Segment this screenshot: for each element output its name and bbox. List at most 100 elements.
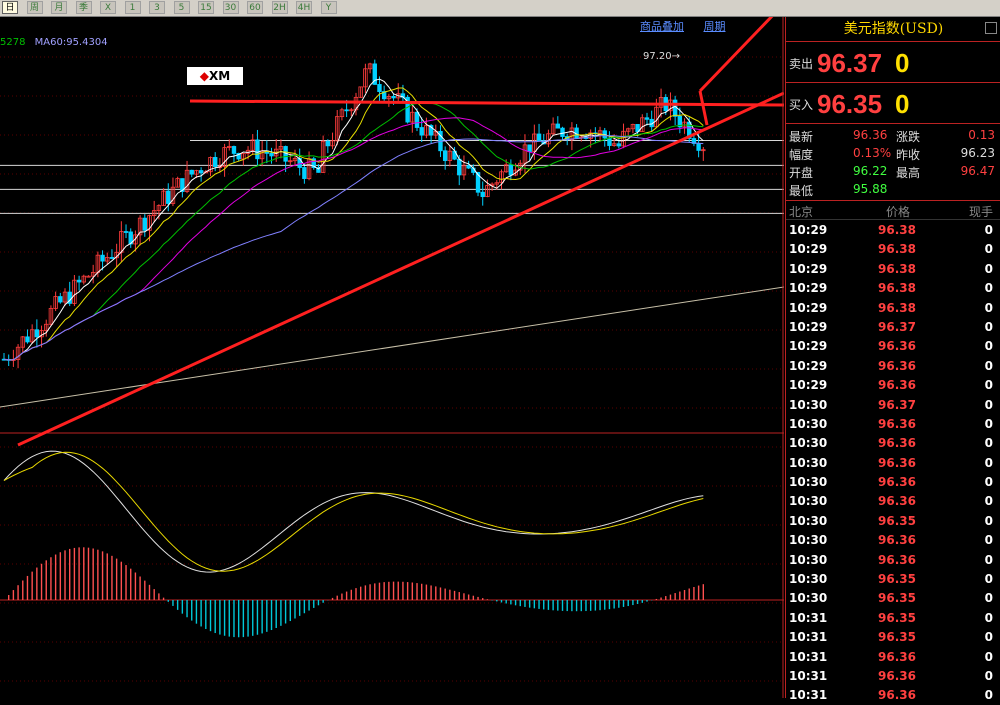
candle-body — [100, 254, 105, 262]
prevclose-label: 昨收 — [896, 148, 921, 162]
tick-row: 10:30 96.35 0 — [786, 569, 1000, 588]
open-value: 96.22 — [853, 164, 888, 178]
tick-list[interactable]: 10:29 96.38 0 10:29 96.38 0 10:29 96.38 0 10:29 96… — [786, 220, 1000, 705]
tick-row: 10:30 96.36 0 — [786, 530, 1000, 549]
tick-header-time: 北京 — [789, 205, 814, 219]
tick-price: 96.35 — [878, 572, 916, 587]
tick-volume: 0 — [984, 552, 993, 567]
tick-time: 10:31 — [789, 630, 828, 645]
tick-price: 96.38 — [878, 261, 916, 276]
period-button[interactable]: 15 — [198, 1, 214, 14]
tick-row: 10:29 96.38 0 — [786, 220, 1000, 239]
tick-volume: 0 — [984, 397, 993, 412]
sell-price: 96.37 — [817, 48, 883, 78]
tick-volume: 0 — [984, 242, 993, 257]
high-label: 最高 — [896, 166, 921, 180]
low-value: 95.88 — [853, 182, 888, 196]
period-link[interactable]: 周期 — [704, 20, 726, 33]
sell-row: 卖出 96.37 0 — [786, 42, 1000, 83]
period-button[interactable]: 季 — [75, 1, 92, 14]
tick-volume: 0 — [984, 319, 993, 334]
tick-volume: 0 — [984, 416, 993, 431]
tick-price: 96.35 — [878, 591, 916, 606]
candle-body — [672, 99, 678, 117]
period-button[interactable]: 2H — [271, 1, 288, 14]
candle-body — [189, 169, 194, 175]
tick-time: 10:30 — [789, 475, 828, 490]
tick-volume: 0 — [984, 358, 993, 373]
tick-volume: 0 — [984, 572, 993, 587]
tick-price: 96.38 — [878, 242, 916, 257]
period-button[interactable]: 3 — [149, 1, 165, 14]
tick-row: 10:29 96.38 0 — [786, 239, 1000, 258]
tick-time: 10:30 — [789, 436, 828, 451]
tick-time: 10:29 — [789, 339, 828, 354]
candle-body — [442, 150, 448, 161]
tick-volume: 0 — [984, 281, 993, 296]
period-button[interactable]: 4H — [296, 1, 312, 14]
tick-time: 10:31 — [789, 688, 828, 703]
tick-price: 96.35 — [878, 630, 916, 645]
tick-price: 96.36 — [878, 552, 916, 567]
tick-volume: 0 — [984, 378, 993, 393]
ma5-line — [3, 78, 704, 361]
macd-dif-line — [3, 450, 704, 573]
candle-body — [297, 157, 302, 168]
tick-row: 10:30 96.35 0 — [786, 588, 1000, 607]
buy-label: 买入 — [789, 98, 814, 112]
buy-volume: 0 — [895, 89, 910, 119]
candle-body — [344, 109, 349, 112]
period-button[interactable]: 月 — [51, 1, 67, 14]
period-button[interactable]: 日 — [2, 1, 18, 14]
tick-price: 96.36 — [878, 688, 916, 703]
ma30-line — [3, 117, 704, 361]
tick-time: 10:30 — [789, 591, 828, 606]
long-term-ma-line — [0, 286, 784, 408]
tick-volume: 0 — [984, 591, 993, 606]
period-toolbar: 日周月季 X 1 3 5 15 30 60 2H 4H Y — [0, 0, 1000, 17]
candle-body — [419, 127, 424, 136]
chart-area[interactable]: 5278 MA60:95.4304 商品叠加 周期 ◆XM 97.20→ — [0, 17, 784, 698]
range-value: 0.13% — [853, 146, 892, 160]
tick-time: 10:29 — [789, 358, 828, 373]
tick-header-volume: 现手 — [968, 205, 993, 219]
period-button[interactable]: Y — [320, 1, 337, 14]
tick-row: 10:30 96.36 0 — [786, 491, 1000, 510]
tick-time: 10:30 — [789, 416, 828, 431]
tick-volume: 0 — [984, 455, 993, 470]
period-button[interactable]: 5 — [173, 1, 190, 14]
tick-row: 10:31 96.36 0 — [786, 666, 1000, 685]
tick-time: 10:29 — [789, 281, 828, 296]
latest-value: 96.36 — [853, 128, 888, 142]
latest-label: 最新 — [789, 130, 814, 144]
tick-price: 96.35 — [878, 610, 916, 625]
tick-time: 10:29 — [789, 378, 828, 393]
tick-time: 10:29 — [789, 223, 828, 237]
window-icon[interactable] — [985, 22, 997, 34]
period-button[interactable]: X — [100, 1, 116, 14]
candle-body — [480, 191, 485, 198]
tick-row: 10:29 96.38 0 — [786, 298, 1000, 317]
tick-row: 10:30 96.36 0 — [786, 472, 1000, 491]
high-value: 96.47 — [960, 164, 995, 178]
kline-chart[interactable] — [0, 17, 784, 698]
tick-price: 96.36 — [878, 339, 916, 354]
tick-price: 96.36 — [878, 455, 916, 470]
stats-row-latest: 最新 96.36 涨跌 0.13 — [786, 126, 1000, 144]
period-button[interactable]: 1 — [124, 1, 141, 14]
tick-volume: 0 — [984, 339, 993, 354]
overlay-link[interactable]: 商品叠加 — [640, 20, 684, 33]
tick-row: 10:31 96.36 0 — [786, 647, 1000, 666]
tick-time: 10:30 — [789, 397, 828, 412]
period-button[interactable]: 周 — [26, 1, 43, 14]
buy-price: 96.35 — [817, 89, 883, 119]
candle-body — [696, 143, 701, 151]
candle-body — [142, 217, 147, 231]
period-button[interactable]: 30 — [222, 1, 239, 14]
tick-row: 10:30 96.36 0 — [786, 453, 1000, 472]
tick-volume: 0 — [984, 223, 993, 237]
tick-volume: 0 — [984, 668, 993, 683]
buy-row: 买入 96.35 0 — [786, 83, 1000, 124]
period-button[interactable]: 60 — [247, 1, 263, 14]
xm-logo: ◆XM — [187, 67, 243, 85]
